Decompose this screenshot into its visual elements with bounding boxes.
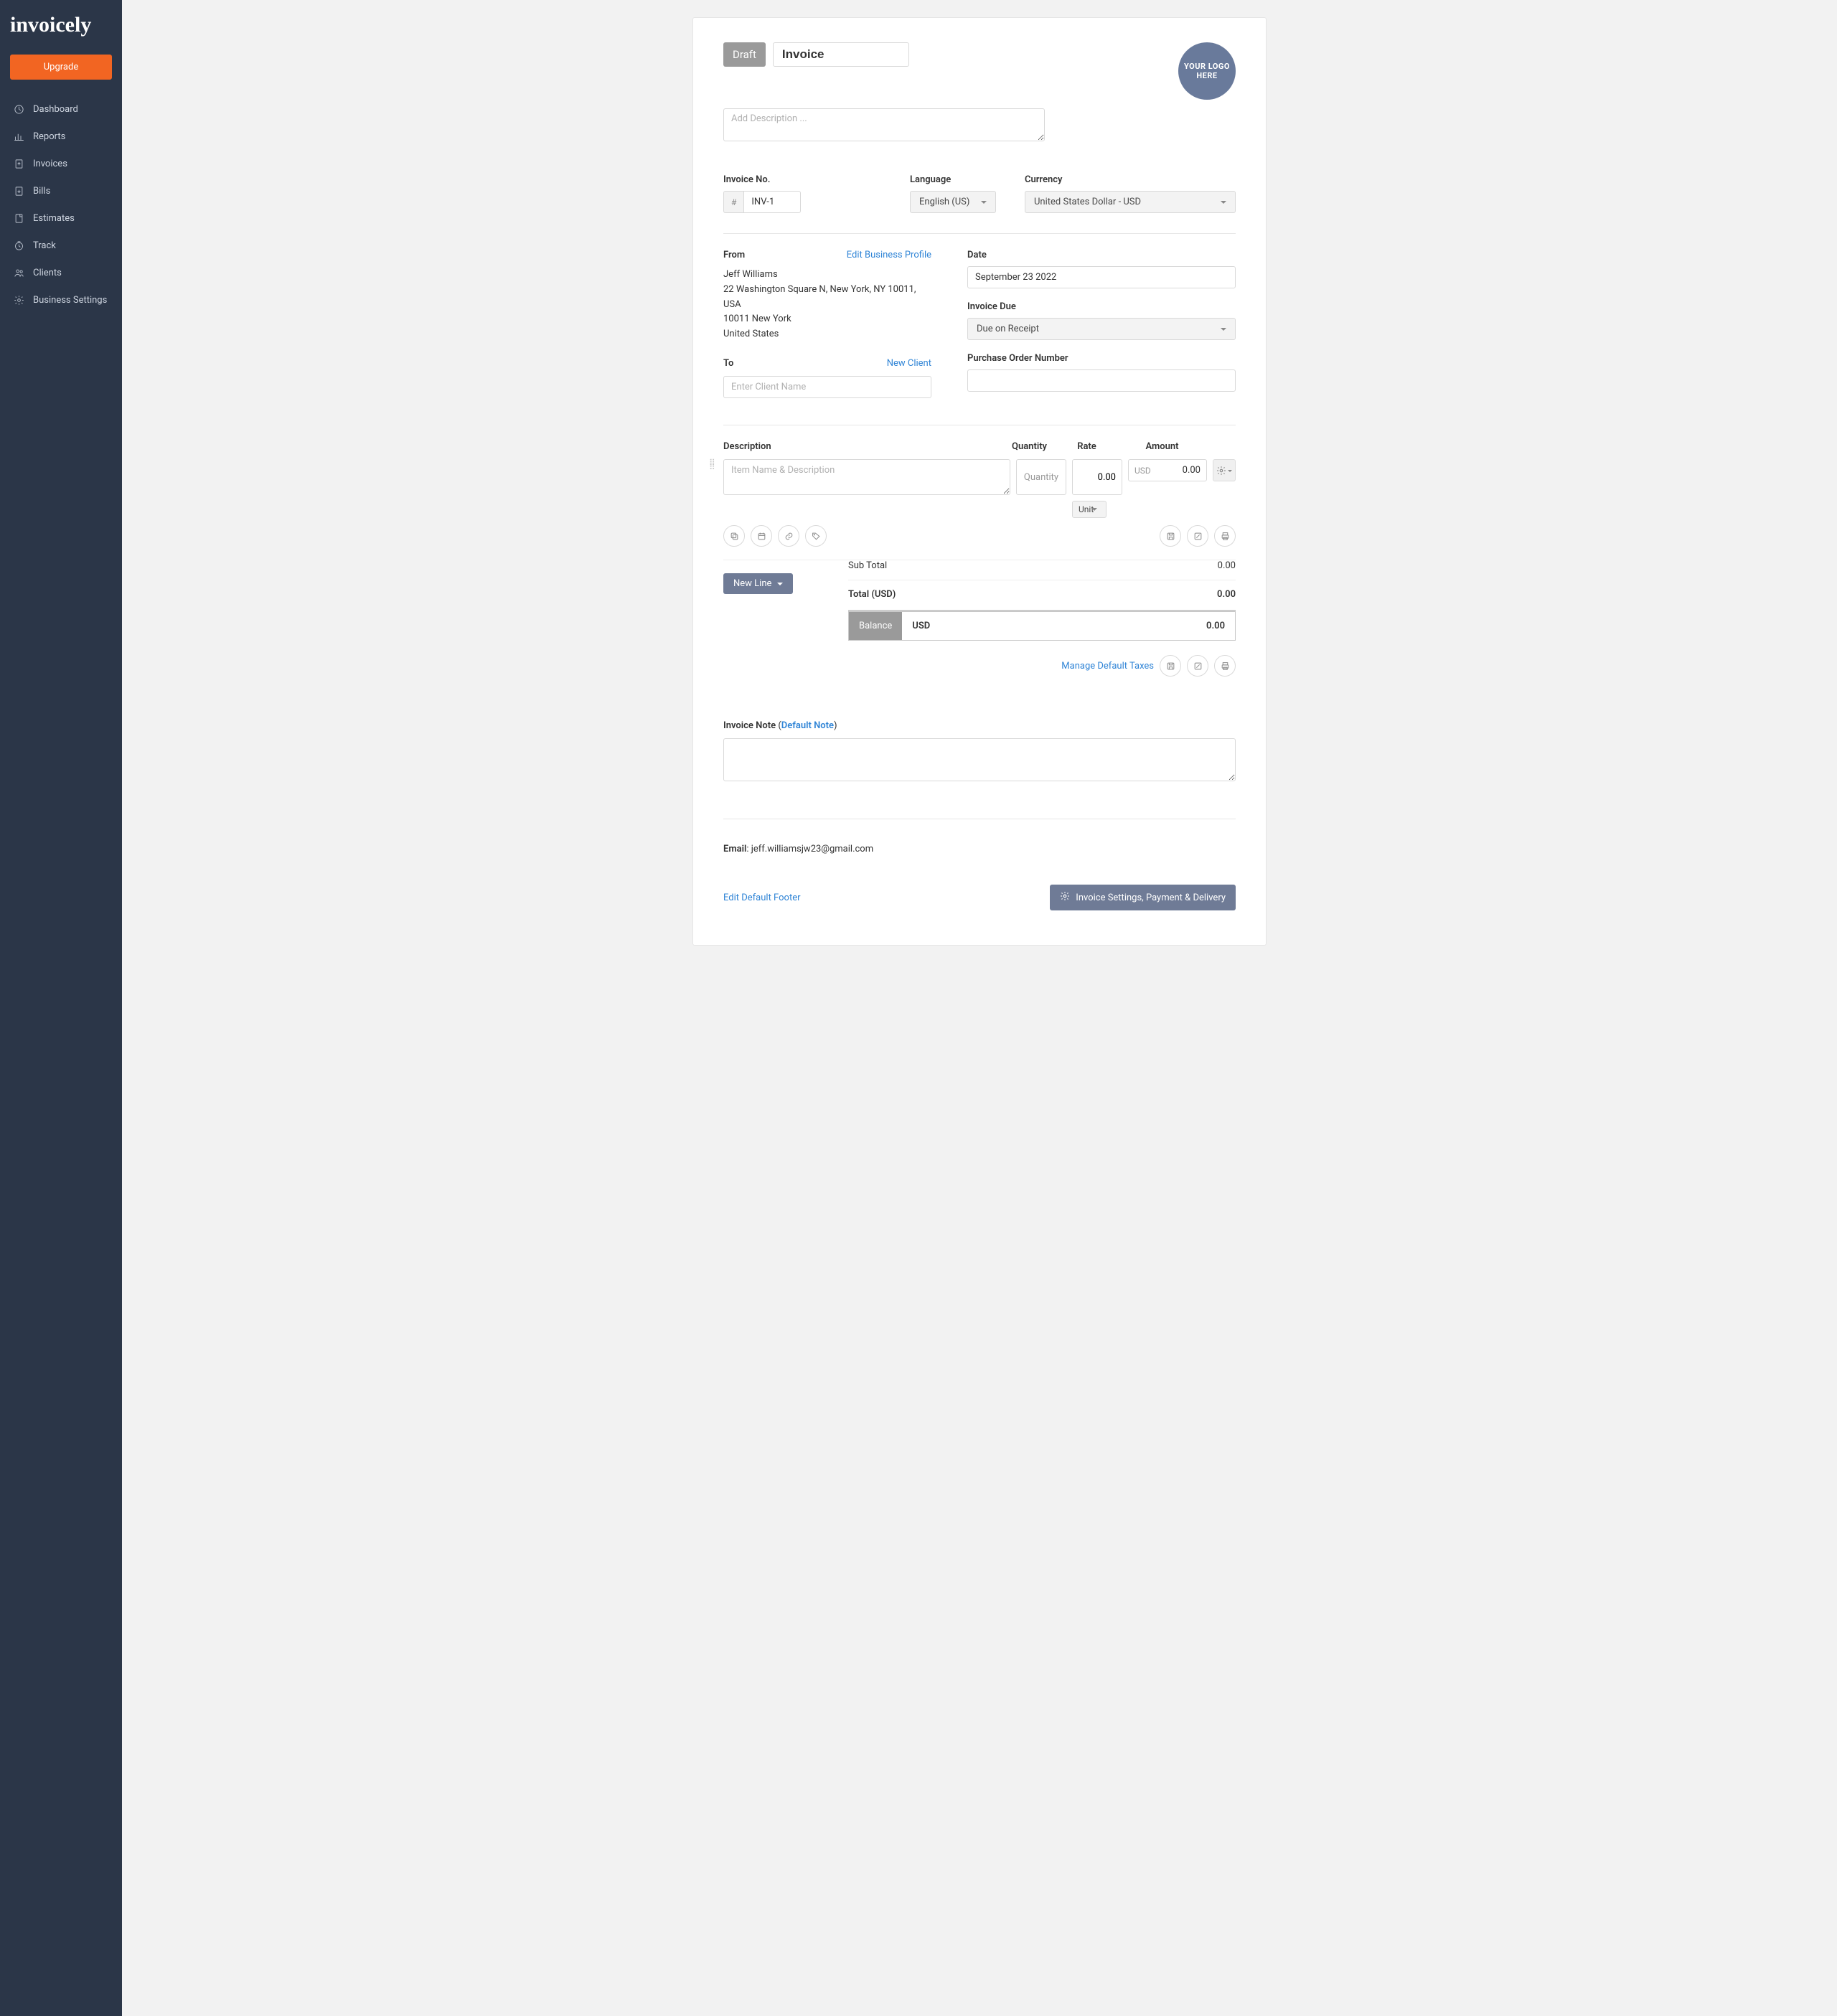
save-item-button[interactable] (1160, 525, 1181, 547)
invoice-title-input[interactable] (773, 42, 909, 67)
due-select[interactable]: Due on Receipt (967, 318, 1236, 340)
due-label: Invoice Due (967, 301, 1236, 312)
note-label: Invoice Note (Default Note) (723, 720, 837, 731)
print-button[interactable] (1214, 525, 1236, 547)
gear-icon (13, 294, 24, 306)
sidebar: invoicely Upgrade Dashboard Reports Invo… (0, 0, 122, 2016)
col-head-amount: Amount (1117, 441, 1207, 452)
discount-button[interactable] (1187, 525, 1208, 547)
new-client-link[interactable]: New Client (887, 358, 931, 369)
sidebar-item-dashboard[interactable]: Dashboard (0, 95, 122, 123)
to-label: To (723, 358, 733, 369)
document-out-icon (13, 158, 24, 169)
invoice-no-prefix: # (723, 191, 743, 213)
invoice-card: Draft YOUR LOGO HERE Invoice No. # Langu… (692, 17, 1267, 946)
upgrade-button[interactable]: Upgrade (10, 55, 112, 80)
sidebar-item-clients[interactable]: Clients (0, 259, 122, 286)
line-item-row: ⠿⠿ USD 0.00 (723, 459, 1236, 495)
tag-button[interactable] (805, 525, 827, 547)
balance-value: 0.00 (1206, 621, 1225, 631)
sidebar-item-label: Invoices (33, 159, 67, 169)
sidebar-item-reports[interactable]: Reports (0, 123, 122, 150)
totals-block: Sub Total 0.00 Total (USD) 0.00 Balance … (848, 552, 1236, 677)
date-input[interactable] (967, 266, 1236, 288)
date-label: Date (967, 250, 1236, 260)
clients-icon (13, 267, 24, 278)
gear-icon (1060, 891, 1070, 904)
invoice-no-label: Invoice No. (723, 174, 881, 185)
drag-handle-icon[interactable]: ⠿⠿ (709, 461, 716, 469)
from-address: Jeff Williams 22 Washington Square N, Ne… (723, 268, 931, 342)
document-in-icon (13, 185, 24, 197)
language-select[interactable]: English (US) (910, 191, 996, 213)
subtotal-label: Sub Total (848, 560, 887, 571)
col-head-description: Description (723, 441, 1002, 452)
divider (723, 233, 1236, 234)
quantity-input[interactable] (1016, 459, 1066, 495)
total-value: 0.00 (1217, 589, 1236, 600)
link-attach-button[interactable] (778, 525, 799, 547)
po-label: Purchase Order Number (967, 353, 1236, 364)
email-line: Email: jeff.williamsjw23@gmail.com (723, 844, 1236, 854)
sidebar-item-label: Track (33, 240, 56, 251)
sidebar-item-label: Estimates (33, 213, 75, 224)
dashboard-icon (13, 103, 24, 115)
po-input[interactable] (967, 369, 1236, 392)
copy-line-button[interactable] (723, 525, 745, 547)
tax-save-button[interactable] (1160, 655, 1181, 677)
description-textarea[interactable] (723, 108, 1045, 141)
sidebar-item-estimates[interactable]: Estimates (0, 204, 122, 232)
sidebar-item-business-settings[interactable]: Business Settings (0, 286, 122, 314)
subtotal-value: 0.00 (1218, 560, 1236, 571)
new-line-button[interactable]: New Line (723, 573, 793, 594)
manage-taxes-link[interactable]: Manage Default Taxes (1061, 661, 1154, 672)
tax-print-button[interactable] (1214, 655, 1236, 677)
invoice-settings-button[interactable]: Invoice Settings, Payment & Delivery (1050, 885, 1236, 910)
clock-icon (13, 240, 24, 251)
default-note-link[interactable]: Default Note (781, 720, 834, 731)
sidebar-item-label: Bills (33, 186, 50, 197)
currency-select[interactable]: United States Dollar - USD (1025, 191, 1236, 213)
tax-discount-button[interactable] (1187, 655, 1208, 677)
col-head-rate: Rate (1056, 441, 1117, 452)
sidebar-item-label: Clients (33, 268, 62, 278)
balance-label: Balance (849, 612, 902, 640)
note-textarea[interactable] (723, 738, 1236, 781)
sidebar-item-label: Dashboard (33, 104, 78, 115)
sidebar-item-label: Reports (33, 131, 65, 142)
date-line-button[interactable] (751, 525, 772, 547)
unit-select[interactable]: Unit (1072, 501, 1107, 518)
sidebar-item-bills[interactable]: Bills (0, 177, 122, 204)
document-icon (13, 212, 24, 224)
line-settings-button[interactable] (1213, 459, 1236, 481)
status-badge: Draft (723, 42, 766, 67)
amount-display: USD 0.00 (1128, 459, 1207, 481)
language-label: Language (910, 174, 996, 185)
bar-chart-icon (13, 131, 24, 142)
col-head-quantity: Quantity (1002, 441, 1056, 452)
main: Draft YOUR LOGO HERE Invoice No. # Langu… (122, 0, 1837, 2016)
logo-placeholder[interactable]: YOUR LOGO HERE (1178, 42, 1236, 100)
invoice-no-input[interactable] (743, 191, 801, 213)
edit-footer-link[interactable]: Edit Default Footer (723, 892, 801, 903)
sidebar-item-label: Business Settings (33, 295, 107, 306)
edit-business-profile-link[interactable]: Edit Business Profile (847, 250, 931, 260)
item-description-input[interactable] (723, 459, 1010, 495)
balance-currency: USD (912, 621, 930, 631)
from-label: From (723, 250, 745, 260)
currency-label: Currency (1025, 174, 1236, 185)
brand-logo[interactable]: invoicely (0, 9, 122, 47)
client-name-input[interactable] (723, 376, 931, 398)
sidebar-item-track[interactable]: Track (0, 232, 122, 259)
total-label: Total (USD) (848, 589, 896, 600)
rate-input[interactable] (1072, 459, 1122, 495)
sidebar-item-invoices[interactable]: Invoices (0, 150, 122, 177)
